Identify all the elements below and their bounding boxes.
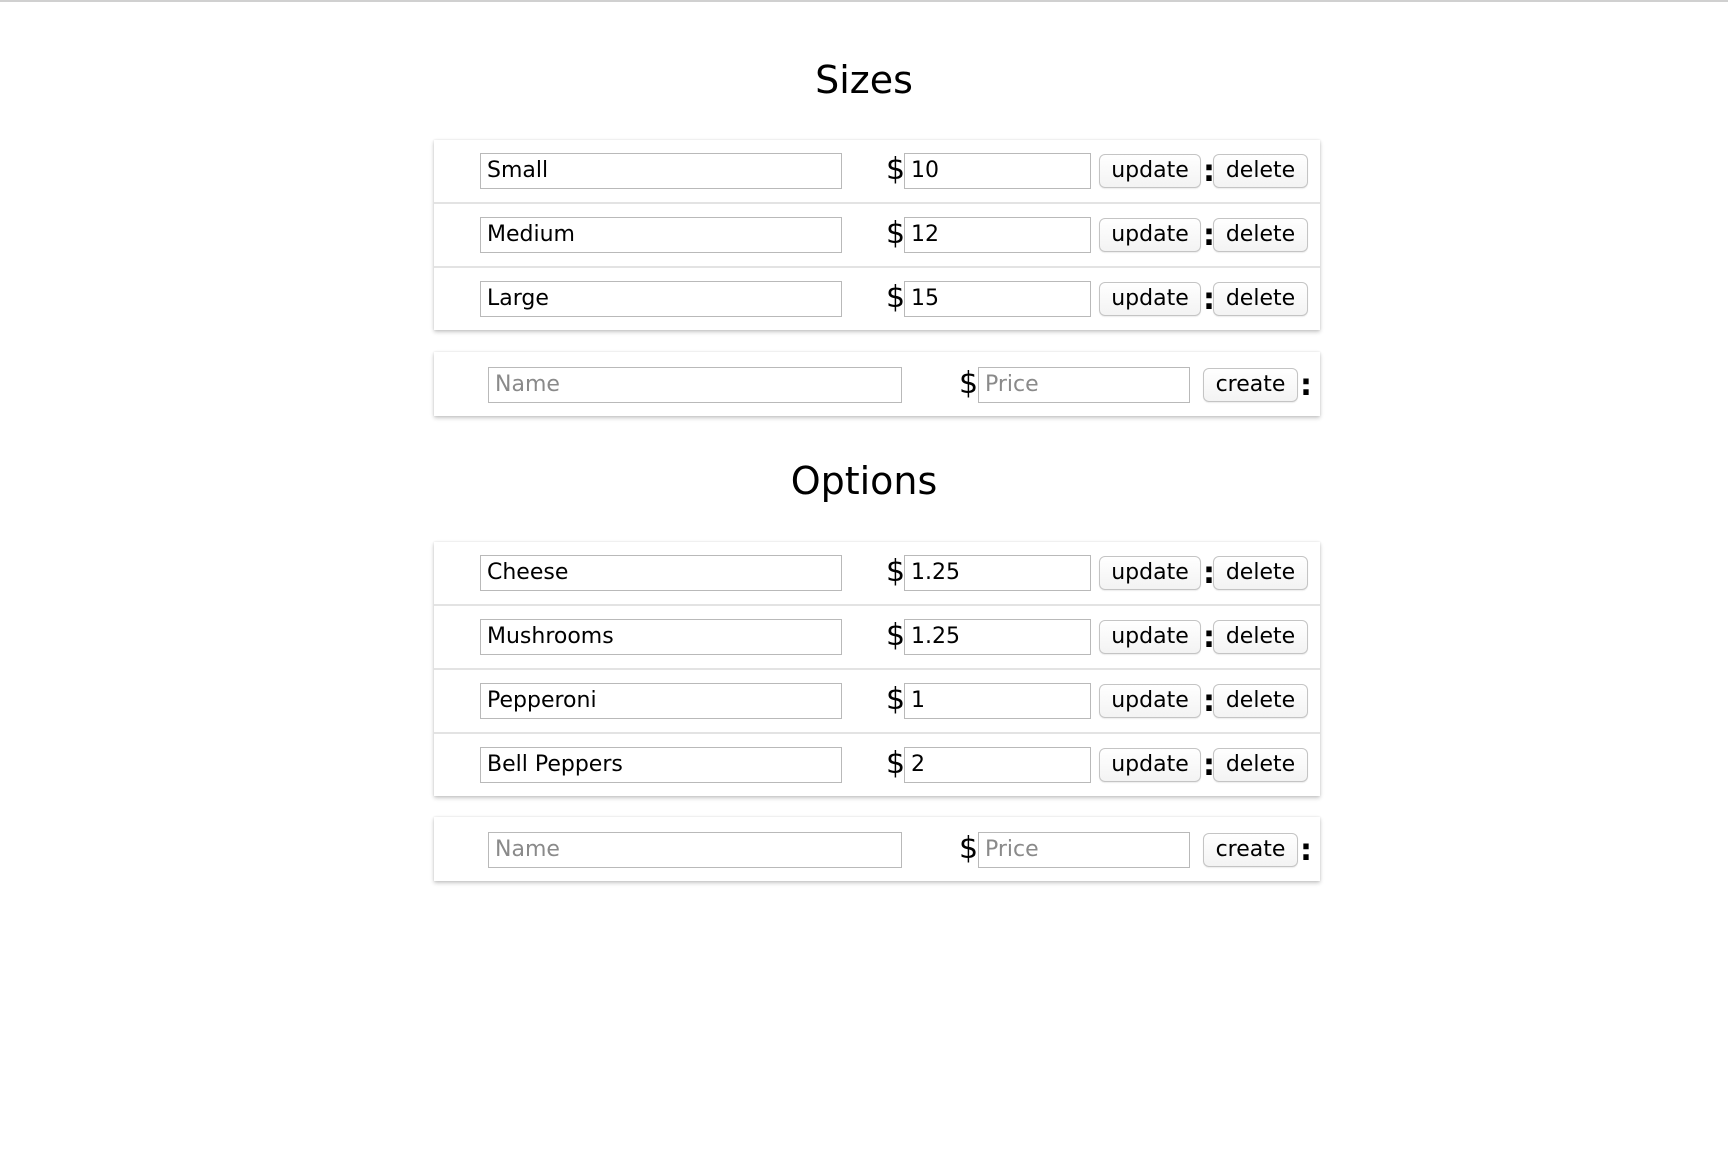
separator: : xyxy=(1300,368,1312,403)
option-name-input[interactable]: Pepperoni xyxy=(480,683,842,719)
size-price-input[interactable]: 12 xyxy=(904,217,1091,253)
currency-symbol: $ xyxy=(886,682,906,717)
update-button[interactable]: update xyxy=(1099,620,1201,654)
delete-button[interactable]: delete xyxy=(1213,282,1308,316)
option-price-input[interactable]: 1 xyxy=(904,683,1091,719)
currency-symbol: $ xyxy=(886,280,906,315)
sizes-list-card: Small $ 10 update : delete Medium $ 12 u… xyxy=(434,140,1320,330)
size-create-card: Name $ Price create : xyxy=(434,352,1320,416)
size-name-input[interactable]: Large xyxy=(480,281,842,317)
option-name-input[interactable]: Cheese xyxy=(480,555,842,591)
currency-symbol: $ xyxy=(886,216,906,251)
new-option-name-input[interactable]: Name xyxy=(488,832,902,868)
size-row: Large $ 15 update : delete xyxy=(434,266,1320,330)
delete-button[interactable]: delete xyxy=(1213,556,1308,590)
update-button[interactable]: update xyxy=(1099,282,1201,316)
size-price-input[interactable]: 10 xyxy=(904,153,1091,189)
delete-button[interactable]: delete xyxy=(1213,684,1308,718)
option-create-row: Name $ Price create : xyxy=(434,817,1320,881)
option-price-input[interactable]: 2 xyxy=(904,747,1091,783)
size-name-input[interactable]: Small xyxy=(480,153,842,189)
delete-button[interactable]: delete xyxy=(1213,620,1308,654)
page: Sizes Small $ 10 update : delete Medium … xyxy=(0,0,1728,1176)
new-size-price-input[interactable]: Price xyxy=(978,367,1190,403)
update-button[interactable]: update xyxy=(1099,748,1201,782)
currency-symbol: $ xyxy=(886,618,906,653)
option-price-input[interactable]: 1.25 xyxy=(904,619,1091,655)
currency-symbol: $ xyxy=(886,152,906,187)
option-row: Mushrooms $ 1.25 update : delete xyxy=(434,604,1320,668)
update-button[interactable]: update xyxy=(1099,218,1201,252)
update-button[interactable]: update xyxy=(1099,684,1201,718)
option-row: Pepperoni $ 1 update : delete xyxy=(434,668,1320,732)
update-button[interactable]: update xyxy=(1099,556,1201,590)
delete-button[interactable]: delete xyxy=(1213,218,1308,252)
option-name-input[interactable]: Mushrooms xyxy=(480,619,842,655)
currency-symbol: $ xyxy=(886,554,906,589)
new-size-name-input[interactable]: Name xyxy=(488,367,902,403)
size-create-row: Name $ Price create : xyxy=(434,352,1320,416)
size-name-input[interactable]: Medium xyxy=(480,217,842,253)
size-row: Medium $ 12 update : delete xyxy=(434,202,1320,266)
options-heading: Options xyxy=(790,459,938,503)
option-create-card: Name $ Price create : xyxy=(434,817,1320,881)
option-row: Cheese $ 1.25 update : delete xyxy=(434,542,1320,604)
top-divider xyxy=(0,0,1728,2)
update-button[interactable]: update xyxy=(1099,154,1201,188)
currency-symbol: $ xyxy=(959,831,979,866)
option-price-input[interactable]: 1.25 xyxy=(904,555,1091,591)
create-option-button[interactable]: create xyxy=(1203,833,1298,867)
currency-symbol: $ xyxy=(886,746,906,781)
separator: : xyxy=(1300,833,1312,868)
sizes-heading: Sizes xyxy=(815,58,913,102)
options-list-card: Cheese $ 1.25 update : delete Mushrooms … xyxy=(434,542,1320,796)
currency-symbol: $ xyxy=(959,366,979,401)
option-row: Bell Peppers $ 2 update : delete xyxy=(434,732,1320,796)
create-size-button[interactable]: create xyxy=(1203,368,1298,402)
size-price-input[interactable]: 15 xyxy=(904,281,1091,317)
new-option-price-input[interactable]: Price xyxy=(978,832,1190,868)
delete-button[interactable]: delete xyxy=(1213,748,1308,782)
option-name-input[interactable]: Bell Peppers xyxy=(480,747,842,783)
size-row: Small $ 10 update : delete xyxy=(434,140,1320,202)
delete-button[interactable]: delete xyxy=(1213,154,1308,188)
